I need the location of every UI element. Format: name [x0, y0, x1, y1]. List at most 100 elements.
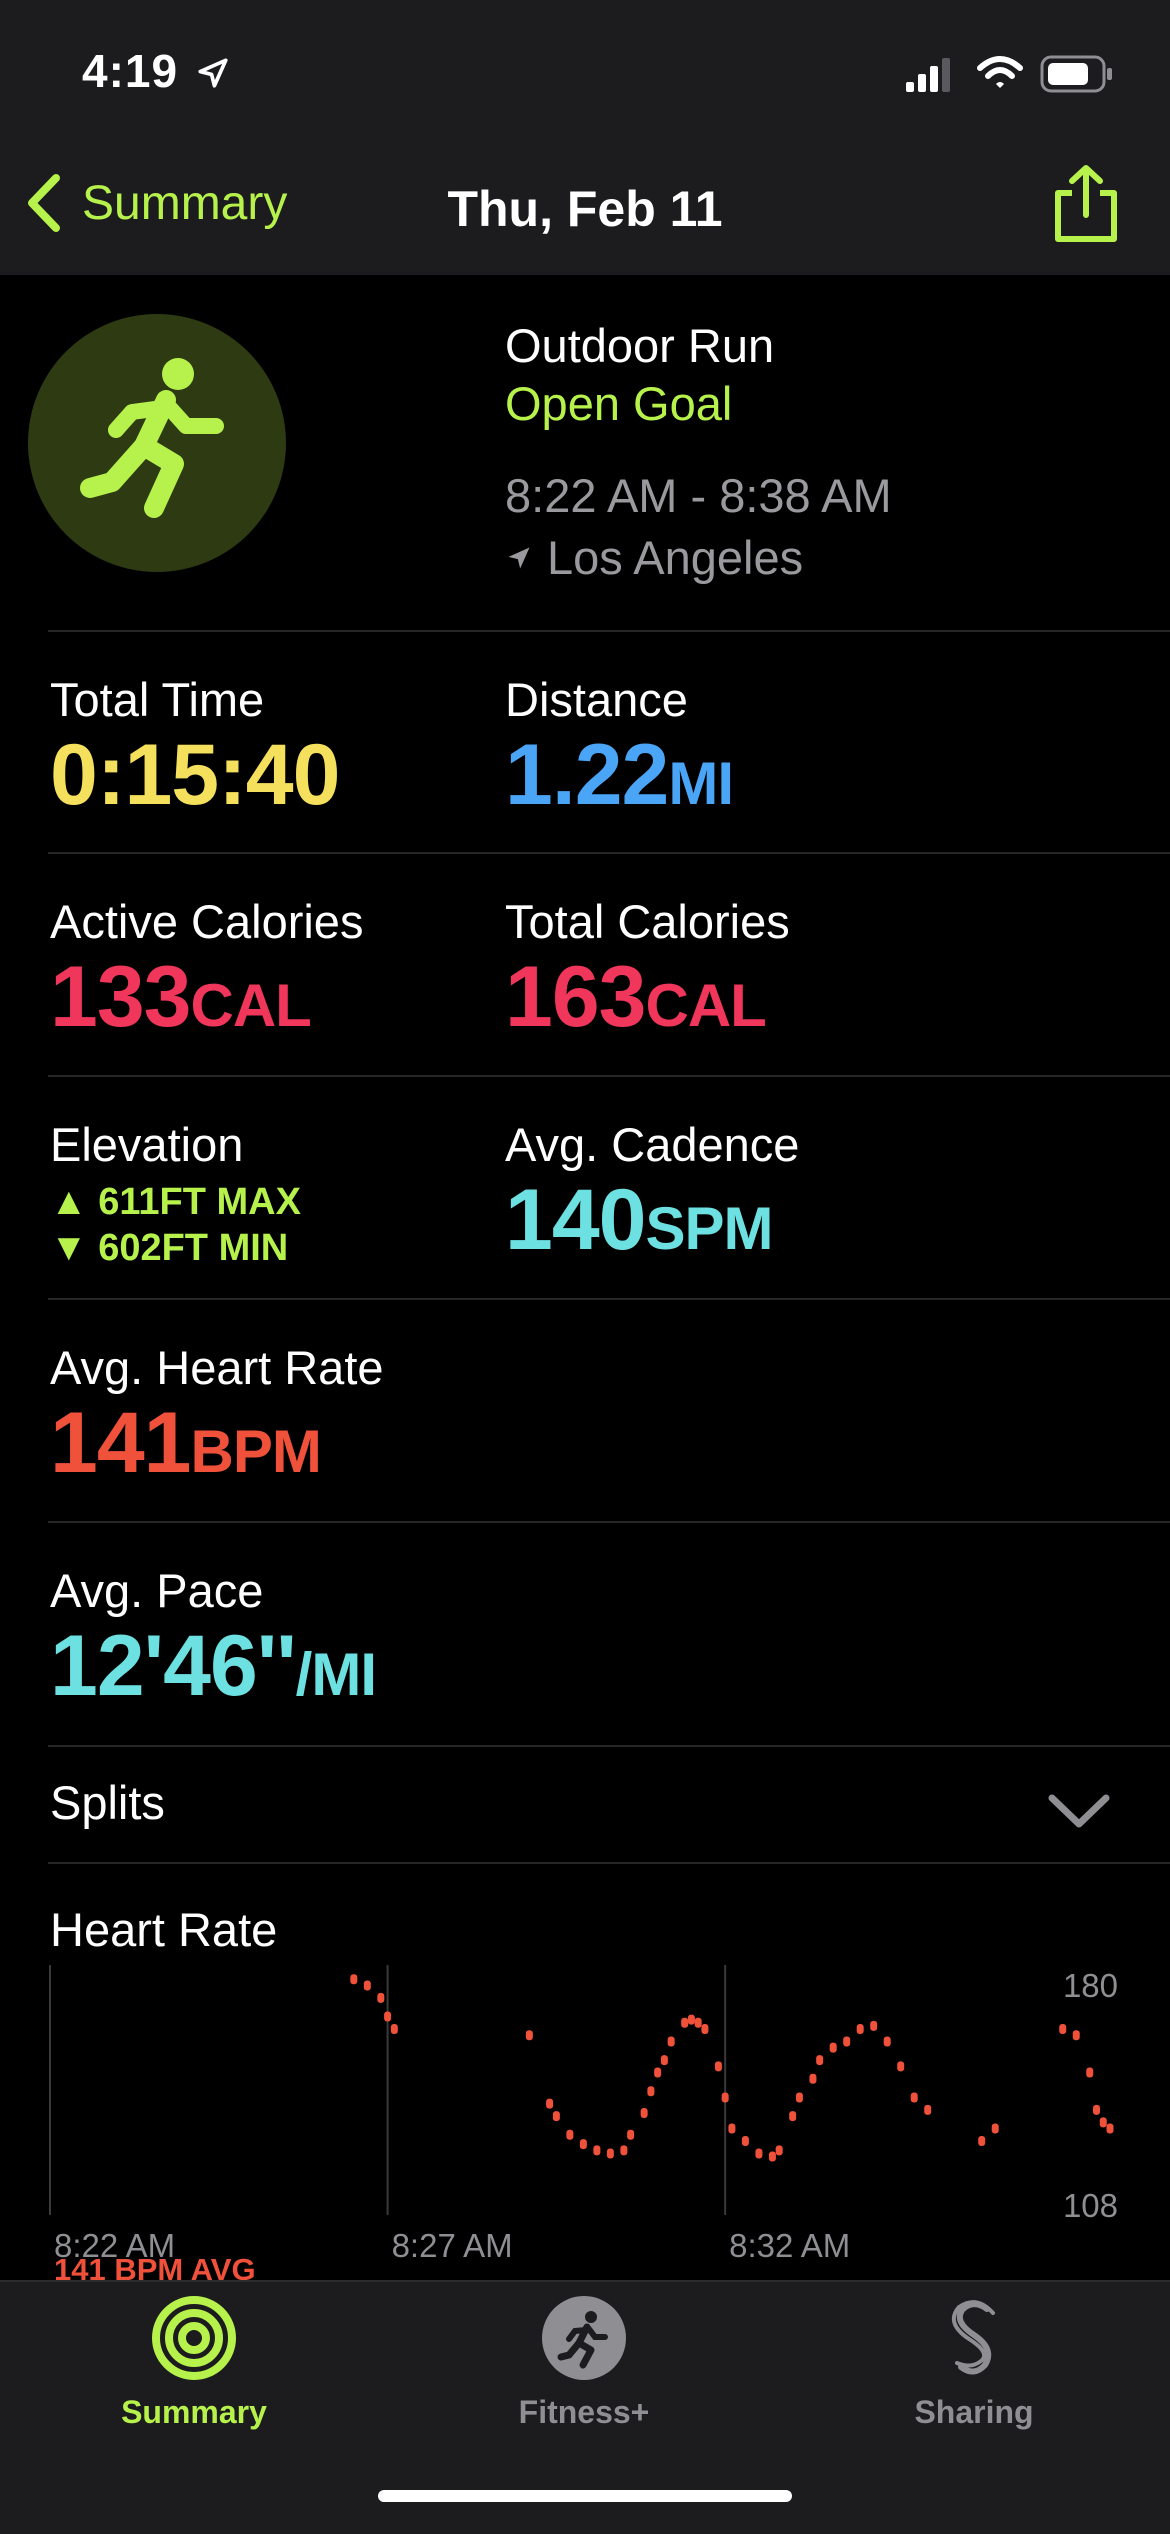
total-calories-unit: CAL [645, 972, 767, 1039]
share-icon[interactable] [1050, 163, 1122, 245]
chart-point [627, 2129, 635, 2140]
avg-heart-rate-label: Avg. Heart Rate [50, 1341, 384, 1394]
battery-icon [1040, 55, 1112, 93]
location-arrow-icon [198, 58, 228, 88]
total-time-value: 0:15:40 [50, 727, 340, 823]
avg-pace-label: Avg. Pace [50, 1564, 264, 1617]
location-arrow-icon [508, 547, 530, 568]
avg-pace-unit: /MI [295, 1641, 377, 1708]
chart-point [579, 2139, 587, 2150]
divider [48, 1298, 1170, 1300]
distance-value: 1.22MI [505, 732, 734, 818]
chart-point [870, 2020, 878, 2031]
chart-point [640, 2108, 648, 2118]
activity-rings-icon [152, 2296, 236, 2380]
chart-point [856, 2024, 864, 2034]
chart-point [795, 2092, 803, 2103]
active-calories-value: 133CAL [50, 954, 312, 1040]
chart-point [377, 1992, 385, 2003]
elevation-label: Elevation [50, 1118, 244, 1171]
splits-label: Splits [50, 1776, 165, 1829]
tab-fitness-plus[interactable]: Fitness+ [464, 2295, 704, 2431]
tab-summary[interactable]: Summary [74, 2295, 314, 2431]
avg-cadence-label: Avg. Cadence [505, 1118, 800, 1171]
chart-point [789, 2111, 797, 2122]
tab-fitness-plus-label: Fitness+ [518, 2394, 650, 2430]
active-calories-label: Active Calories [50, 895, 364, 948]
avg-cadence-unit: SPM [645, 1195, 774, 1262]
distance-unit: MI [668, 750, 734, 817]
chart-point [350, 1974, 358, 1985]
elevation-max: 611FT MAX [98, 1181, 301, 1223]
chart-point [816, 2055, 824, 2066]
chart-point [910, 2092, 918, 2103]
distance-label: Distance [505, 673, 688, 726]
heart-rate-chart: 8:22 AM 8:27 AM 8:32 AM180108 [49, 1965, 1118, 2264]
total-calories-label: Total Calories [505, 895, 790, 948]
divider [48, 1075, 1170, 1077]
workout-time-range: 8:22 AM - 8:38 AM [505, 469, 892, 522]
avg-pace-value: 12'46''/MI [50, 1623, 377, 1709]
chart-point [1106, 2123, 1114, 2134]
elevation-min: 602FT MIN [98, 1226, 289, 1269]
chart-point [647, 2086, 655, 2097]
heart-rate-title: Heart Rate [50, 1903, 278, 1956]
sharing-icon [951, 2300, 995, 2375]
chart-point [741, 2136, 749, 2146]
avg-pace-number: 12'46'' [50, 1618, 297, 1714]
chart-x-tick-label: 8:27 AM [392, 2227, 513, 2264]
chart-point [552, 2111, 560, 2122]
chart-point [694, 2017, 702, 2028]
chart-y-tick-label: 108 [1063, 2187, 1118, 2224]
avg-heart-rate-value: 141BPM [50, 1400, 322, 1486]
divider [48, 1862, 1170, 1864]
chart-point [1086, 2067, 1094, 2078]
divider [48, 630, 1170, 632]
total-calories-value: 163CAL [505, 954, 767, 1040]
avg-cadence-number: 140 [505, 1172, 646, 1268]
running-figure-icon [542, 2296, 626, 2380]
chart-point [667, 2036, 675, 2047]
workout-location: Los Angeles [505, 530, 803, 585]
chart-point [768, 2151, 776, 2162]
avg-heart-rate-unit: BPM [190, 1418, 322, 1485]
tab-sharing[interactable]: Sharing [854, 2295, 1094, 2431]
chart-point [384, 2011, 392, 2022]
chart-point [606, 2148, 614, 2159]
chart-point [525, 2030, 533, 2041]
active-calories-number: 133 [50, 949, 191, 1045]
chart-point [829, 2042, 837, 2053]
chart-point [566, 2129, 574, 2140]
chart-point [546, 2098, 554, 2109]
divider [48, 1521, 1170, 1523]
chart-point [1072, 2030, 1080, 2041]
wifi-icon [977, 56, 1023, 88]
signal-icon [906, 58, 950, 92]
chart-point [390, 2024, 398, 2034]
total-calories-number: 163 [505, 949, 646, 1045]
chart-point [714, 2061, 722, 2072]
chart-point [883, 2036, 891, 2047]
distance-number: 1.22 [505, 727, 669, 823]
chart-point [1092, 2104, 1100, 2115]
triangle-down-icon: ▼ [50, 1226, 88, 1269]
tab-summary-label: Summary [121, 2394, 267, 2430]
chart-point [701, 2024, 709, 2034]
splits-row[interactable] [0, 1746, 1170, 1862]
total-time-label: Total Time [50, 673, 265, 726]
chevron-down-icon[interactable] [1046, 1790, 1112, 1830]
tab-sharing-label: Sharing [914, 2394, 1034, 2430]
workout-goal: Open Goal [505, 377, 733, 430]
active-calories-unit: CAL [190, 972, 312, 1039]
chart-point [620, 2145, 628, 2156]
avg-heart-rate-number: 141 [50, 1395, 191, 1491]
chart-point [1059, 2024, 1067, 2034]
triangle-up-icon: ▲ [50, 1181, 88, 1223]
chart-point [687, 2014, 695, 2025]
chart-point [755, 2148, 763, 2159]
chart-point [654, 2067, 662, 2078]
chart-point [363, 1980, 371, 1991]
chart-x-tick-label: 8:32 AM [729, 2227, 850, 2264]
avg-cadence-value: 140SPM [505, 1177, 774, 1263]
chart-point [681, 2017, 689, 2028]
